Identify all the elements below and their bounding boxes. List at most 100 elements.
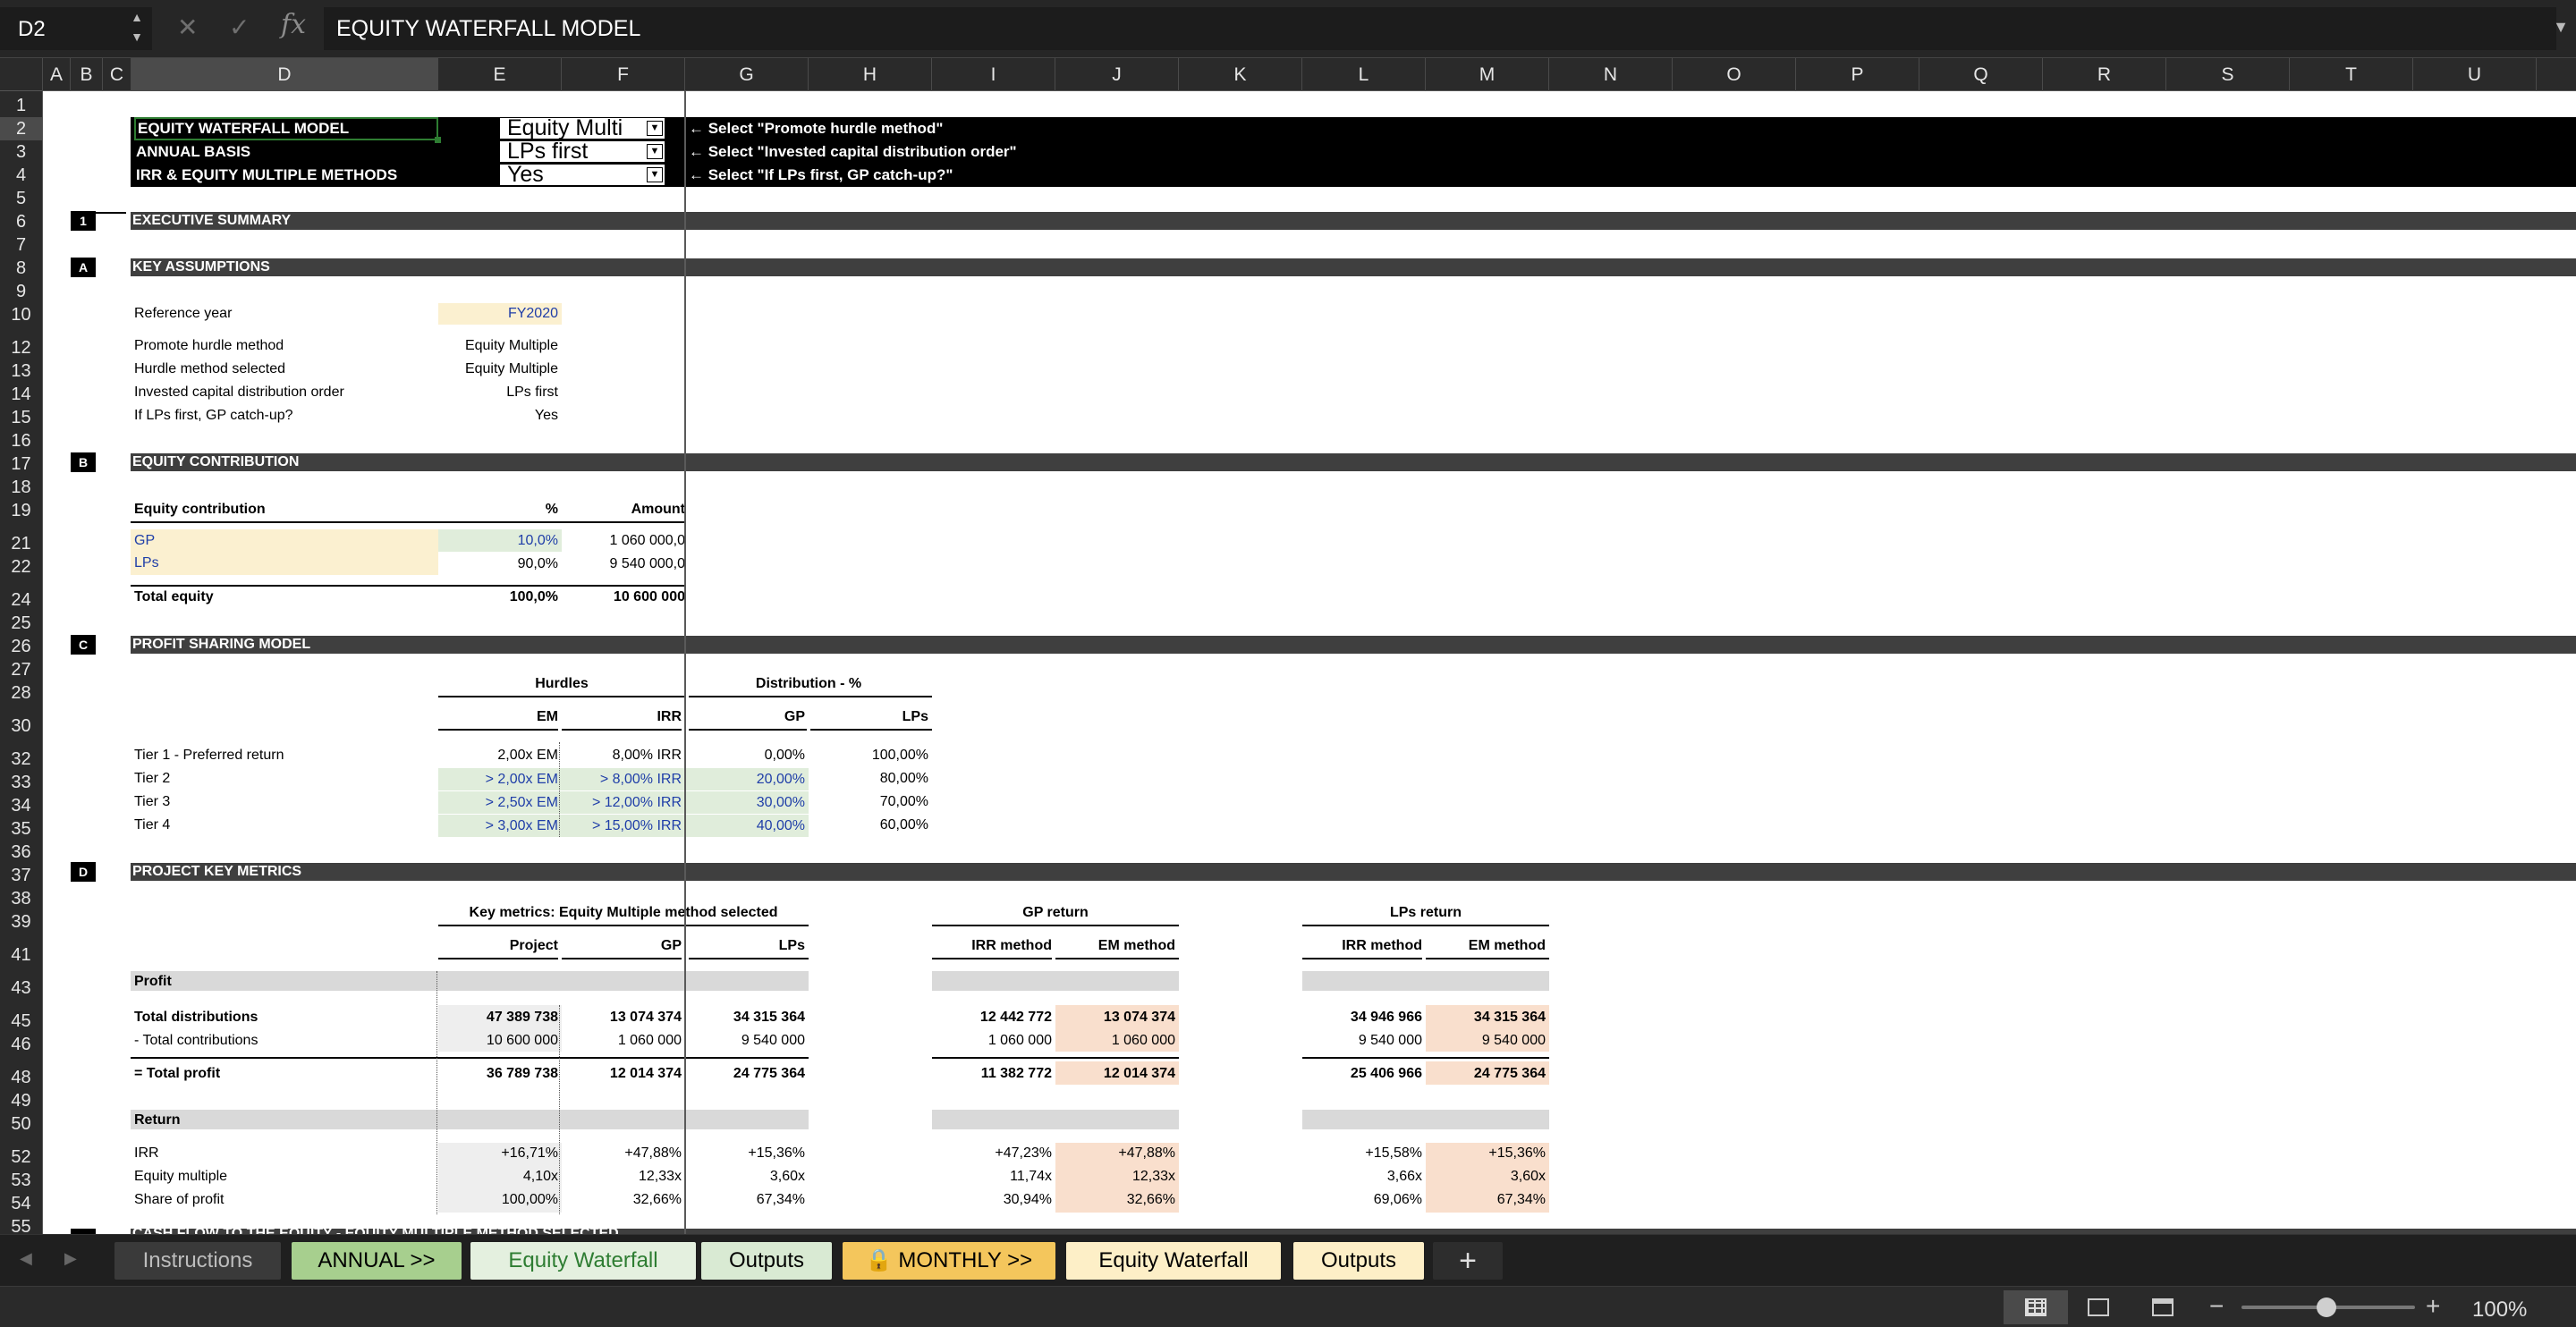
row-header[interactable]: 10 [0, 303, 42, 326]
distribution-order-dropdown[interactable]: LPs first ▼ [499, 140, 665, 163]
column-header[interactable]: N [1549, 58, 1673, 91]
scroll-left-icon[interactable]: ◀ [20, 1249, 32, 1268]
row-header[interactable]: 26 [0, 635, 42, 658]
zoom-out-icon[interactable]: − [2209, 1292, 2224, 1321]
name-box-stepper-icon[interactable]: ▲ ▼ [128, 7, 146, 50]
row-header[interactable]: 38 [0, 887, 42, 910]
row-header[interactable]: 1 [0, 94, 42, 117]
column-header[interactable]: H [809, 58, 932, 91]
row-header[interactable]: 6 [0, 210, 42, 233]
chevron-down-icon[interactable]: ▼ [647, 144, 663, 159]
column-header[interactable]: G [685, 58, 809, 91]
tab-outputs-annual[interactable]: Outputs [701, 1242, 832, 1280]
row-header[interactable]: 22 [0, 555, 42, 579]
column-header[interactable]: J [1055, 58, 1179, 91]
row-header[interactable]: 24 [0, 588, 42, 612]
row-header[interactable]: 30 [0, 714, 42, 738]
column-header[interactable]: O [1673, 58, 1796, 91]
row-header[interactable]: 55 [0, 1215, 42, 1234]
column-header[interactable]: C [103, 58, 131, 91]
row-header[interactable]: 13 [0, 359, 42, 383]
hurdle-method-dropdown[interactable]: Equity Multi ▼ [499, 117, 665, 139]
gp-label-input[interactable]: GP [131, 529, 438, 552]
select-all-corner[interactable] [0, 58, 43, 91]
row-header[interactable]: 15 [0, 406, 42, 429]
chevron-down-icon[interactable]: ▼ [647, 167, 663, 182]
cancel-icon[interactable]: ✕ [177, 13, 198, 42]
column-header[interactable]: I [932, 58, 1055, 91]
tier-irr-input[interactable]: > 15,00% IRR [562, 815, 685, 837]
tier-gp-input[interactable]: 20,00% [685, 768, 809, 790]
row-header[interactable]: 17 [0, 452, 42, 476]
row-header[interactable]: 45 [0, 1010, 42, 1033]
row-header[interactable]: 50 [0, 1112, 42, 1136]
column-header[interactable]: D [131, 58, 438, 91]
row-header[interactable]: 18 [0, 476, 42, 499]
row-header[interactable]: 28 [0, 681, 42, 705]
reference-year-input[interactable]: FY2020 [438, 303, 562, 325]
row-header[interactable]: 48 [0, 1066, 42, 1089]
zoom-in-icon[interactable]: + [2426, 1292, 2440, 1321]
column-header[interactable]: M [1426, 58, 1549, 91]
row-header[interactable]: 12 [0, 336, 42, 359]
column-header[interactable]: B [71, 58, 103, 91]
column-header[interactable]: S [2166, 58, 2290, 91]
column-header[interactable]: R [2043, 58, 2166, 91]
row-header[interactable]: 54 [0, 1192, 42, 1215]
tab-instructions[interactable]: Instructions [114, 1242, 281, 1280]
page-break-icon[interactable] [2152, 1298, 2174, 1316]
tier-em-input[interactable]: > 2,50x EM [438, 791, 562, 814]
tier-gp-input[interactable]: 30,00% [685, 791, 809, 814]
fill-handle[interactable] [435, 137, 441, 143]
tab-monthly[interactable]: 🔒 MONTHLY >> [843, 1242, 1055, 1280]
row-header[interactable]: 53 [0, 1169, 42, 1192]
formula-input[interactable]: EQUITY WATERFALL MODEL [324, 7, 2556, 50]
row-header[interactable]: 4 [0, 164, 42, 187]
row-header[interactable]: 9 [0, 280, 42, 303]
zoom-slider-thumb[interactable] [2317, 1297, 2336, 1317]
row-header[interactable]: 41 [0, 943, 42, 967]
row-header[interactable]: 19 [0, 499, 42, 522]
row-header[interactable]: 43 [0, 976, 42, 1000]
column-header[interactable]: K [1179, 58, 1302, 91]
column-header[interactable]: Q [1919, 58, 2043, 91]
expand-formula-icon[interactable]: ▼ [2553, 18, 2569, 37]
row-header[interactable]: 36 [0, 841, 42, 864]
tab-equity-waterfall-annual[interactable]: Equity Waterfall [470, 1242, 696, 1280]
model-title-cell[interactable]: EQUITY WATERFALL MODEL [134, 117, 438, 140]
chevron-down-icon[interactable]: ▼ [647, 121, 663, 136]
row-header[interactable]: 34 [0, 794, 42, 817]
row-header[interactable]: 27 [0, 658, 42, 681]
scroll-right-icon[interactable]: ▶ [64, 1249, 77, 1268]
row-header[interactable]: 32 [0, 748, 42, 771]
row-header[interactable]: 7 [0, 233, 42, 257]
gp-pct-input[interactable]: 10,0% [438, 529, 562, 552]
row-header[interactable]: 49 [0, 1089, 42, 1112]
row-header[interactable]: 16 [0, 429, 42, 452]
column-header[interactable]: P [1796, 58, 1919, 91]
row-header[interactable]: 46 [0, 1033, 42, 1056]
row-header[interactable]: 33 [0, 771, 42, 794]
tab-equity-waterfall-monthly[interactable]: Equity Waterfall [1066, 1242, 1281, 1280]
row-header[interactable]: 21 [0, 532, 42, 555]
tier-gp-input[interactable]: 40,00% [685, 815, 809, 837]
row-header[interactable]: 8 [0, 257, 42, 280]
tab-annual[interactable]: ANNUAL >> [292, 1242, 462, 1280]
tier-irr-input[interactable]: > 12,00% IRR [562, 791, 685, 814]
freeze-pane-divider[interactable] [684, 91, 686, 1234]
function-icon[interactable]: fx [281, 9, 306, 40]
row-header[interactable]: 52 [0, 1145, 42, 1169]
page-layout-icon[interactable] [2088, 1298, 2109, 1316]
add-sheet-button[interactable]: + [1433, 1242, 1503, 1280]
enter-icon[interactable]: ✓ [229, 13, 250, 42]
gp-catchup-dropdown[interactable]: Yes ▼ [499, 164, 665, 186]
tier-irr-input[interactable]: > 8,00% IRR [562, 768, 685, 790]
row-header[interactable]: 37 [0, 864, 42, 887]
lps-label-input[interactable]: LPs [131, 552, 438, 575]
normal-view-button[interactable] [2004, 1290, 2068, 1324]
row-header[interactable]: 39 [0, 910, 42, 934]
column-header[interactable]: T [2290, 58, 2413, 91]
sheet-grid[interactable]: EQUITY WATERFALL MODEL ANNUAL BASIS IRR … [43, 91, 2576, 1234]
tier-em-input[interactable]: > 3,00x EM [438, 815, 562, 837]
column-header[interactable]: U [2413, 58, 2537, 91]
